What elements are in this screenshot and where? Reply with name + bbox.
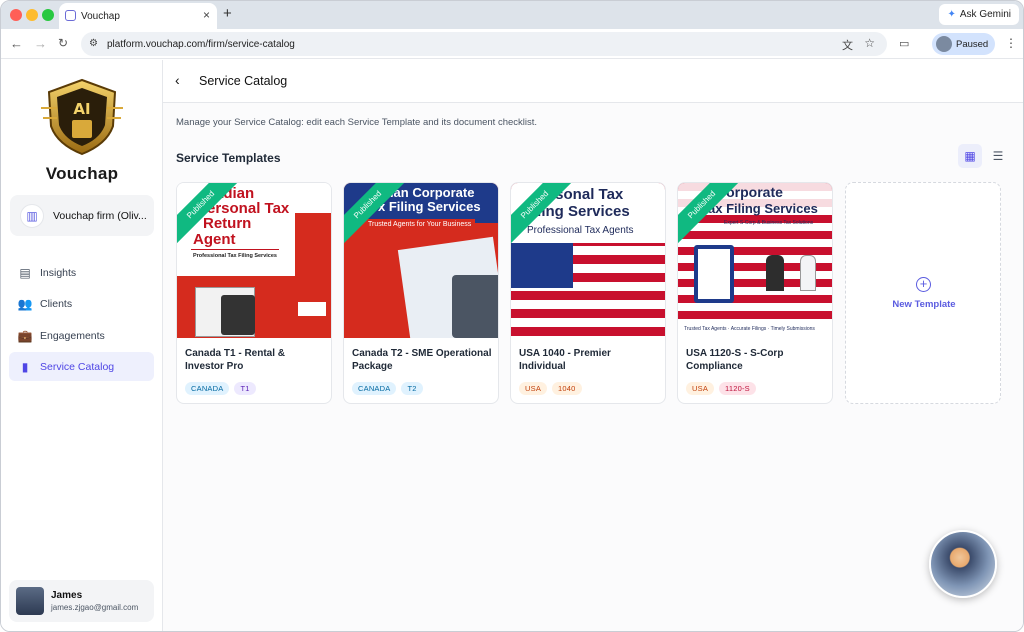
- browser-menu-icon[interactable]: ⋮: [1005, 36, 1017, 50]
- site-settings-icon[interactable]: ⚙: [89, 38, 98, 49]
- country-tag: USA: [519, 382, 548, 395]
- template-title: USA 1120-S - S-Corp Compliance: [686, 348, 784, 372]
- user-name: James: [51, 590, 83, 601]
- profile-button[interactable]: Paused: [932, 33, 995, 55]
- thumb-line: x Filing Services: [378, 199, 481, 214]
- insights-icon: ▤: [19, 265, 31, 280]
- page-header: ‹ Service Catalog: [163, 60, 1023, 103]
- thumb-subtitle: Expert S-Corp & Business Tax Solutions: [724, 220, 814, 226]
- form-tag: T1: [234, 382, 256, 395]
- country-tag: CANADA: [185, 382, 230, 395]
- maximize-window-button[interactable]: [42, 9, 54, 21]
- firm-selector[interactable]: ▥ Vouchap firm (Oliv...: [10, 195, 154, 236]
- tab-title: Vouchap: [81, 10, 120, 22]
- thumb-footer: Trusted Tax Agents · Accurate Filings · …: [684, 326, 815, 332]
- reload-icon[interactable]: ↻: [58, 36, 68, 50]
- clients-icon: 👥: [17, 296, 33, 311]
- thumb-line: Agent: [193, 231, 236, 248]
- form-tag: 1040: [552, 382, 582, 395]
- ask-gemini-button[interactable]: ✦ Ask Gemini: [939, 4, 1019, 25]
- assistant-avatar-button[interactable]: [929, 530, 997, 598]
- briefcase-icon: 💼: [17, 328, 33, 343]
- back-chevron-icon[interactable]: ‹: [175, 72, 180, 88]
- building-icon: ▥: [20, 203, 44, 228]
- sidebar-item-label: Engagements: [40, 329, 105, 342]
- form-tag: T2: [401, 382, 423, 395]
- profile-status: Paused: [956, 38, 989, 50]
- chart-icon: ▮: [21, 359, 29, 374]
- sidebar-item-label: Insights: [40, 266, 77, 279]
- template-card[interactable]: Corporate ax Filing Services Expert S-Co…: [677, 182, 833, 404]
- thumb-subtitle: Professional Tax Filing Services: [193, 253, 277, 259]
- sidebar-item-label: Clients: [40, 297, 73, 310]
- bookmark-star-icon[interactable]: ☆: [864, 36, 875, 50]
- template-title: Canada T2 - SME Operational Package: [352, 348, 492, 372]
- sidebar-item-clients[interactable]: 👥 Clients: [9, 289, 154, 318]
- sidebar: AI Vouchap ▥ Vouchap firm (Oliv... ▤ Ins…: [1, 60, 163, 631]
- tab-strip: Vouchap × + ✦ Ask Gemini: [1, 1, 1023, 29]
- plus-circle-icon: +: [916, 277, 931, 292]
- thumb-subtitle: Trusted Agents for Your Business: [364, 219, 476, 230]
- logo-text: AI: [73, 100, 90, 118]
- new-tab-button[interactable]: +: [223, 5, 232, 22]
- template-thumbnail: ersonal Tax iling Services Professional …: [511, 183, 665, 338]
- template-card[interactable]: adian ersonal Tax Return Agent Professio…: [176, 182, 332, 404]
- vouchap-logo: AI: [41, 78, 123, 156]
- avatar: [16, 587, 44, 615]
- new-template-label: New Template: [892, 299, 956, 310]
- close-tab-icon[interactable]: ×: [203, 8, 210, 22]
- template-card[interactable]: ersonal Tax iling Services Professional …: [510, 182, 666, 404]
- translate-icon[interactable]: 文: [842, 37, 853, 53]
- main-content: ‹ Service Catalog Manage your Service Ca…: [163, 60, 1023, 631]
- thumb-subtitle: Professional Tax Agents: [527, 225, 634, 236]
- sidebar-item-engagements[interactable]: 💼 Engagements: [9, 321, 154, 350]
- template-title: Canada T1 - Rental & Investor Pro: [185, 348, 286, 372]
- shield-icon: [65, 10, 76, 21]
- form-tag: 1120-S: [719, 382, 756, 395]
- browser-toolbar: ← → ↻ ⚙ platform.vouchap.com/firm/servic…: [1, 29, 1023, 59]
- grid-view-icon[interactable]: ▦: [958, 144, 982, 168]
- firm-name: Vouchap firm (Oliv...: [53, 209, 147, 222]
- sidebar-item-insights[interactable]: ▤ Insights: [9, 258, 154, 287]
- template-thumbnail: adian ersonal Tax Return Agent Professio…: [177, 183, 331, 338]
- thumb-line: ax Filing Services: [708, 201, 818, 216]
- new-template-card[interactable]: + New Template: [845, 182, 1001, 404]
- sidebar-item-label: Service Catalog: [40, 360, 115, 373]
- url-text: platform.vouchap.com/firm/service-catalo…: [107, 38, 295, 50]
- brand-name: Vouchap: [45, 164, 119, 183]
- ask-gemini-label: Ask Gemini: [959, 9, 1011, 20]
- sparkle-icon: ✦: [947, 9, 956, 20]
- browser-tab[interactable]: Vouchap ×: [59, 3, 217, 29]
- page-title: Service Catalog: [199, 74, 288, 88]
- template-thumbnail: Corporate ax Filing Services Expert S-Co…: [678, 183, 832, 338]
- user-card[interactable]: James james.zjgao@gmail.com: [9, 580, 154, 622]
- template-title: USA 1040 - Premier Individual: [519, 348, 611, 372]
- template-card[interactable]: dian Corporate x Filing Services Trusted…: [343, 182, 499, 404]
- user-email: james.zjgao@gmail.com: [51, 603, 139, 612]
- page-description: Manage your Service Catalog: edit each S…: [176, 117, 538, 128]
- list-view-icon[interactable]: ☰: [986, 144, 1010, 168]
- close-window-button[interactable]: [10, 9, 22, 21]
- profile-avatar: [936, 36, 952, 52]
- thumb-line: Return: [203, 215, 252, 232]
- browser-window: Vouchap × + ✦ Ask Gemini ← → ↻ ⚙ platfor…: [0, 0, 1024, 632]
- template-thumbnail: dian Corporate x Filing Services Trusted…: [344, 183, 498, 338]
- forward-arrow-icon[interactable]: →: [34, 36, 47, 51]
- back-arrow-icon[interactable]: ←: [10, 36, 23, 51]
- sidebar-item-service-catalog[interactable]: ▮ Service Catalog: [9, 352, 154, 381]
- minimize-window-button[interactable]: [26, 9, 38, 21]
- side-panel-icon[interactable]: ▭: [899, 37, 909, 50]
- country-tag: CANADA: [352, 382, 397, 395]
- address-bar[interactable]: ⚙ platform.vouchap.com/firm/service-cata…: [81, 32, 887, 56]
- section-title: Service Templates: [176, 151, 281, 165]
- country-tag: USA: [686, 382, 715, 395]
